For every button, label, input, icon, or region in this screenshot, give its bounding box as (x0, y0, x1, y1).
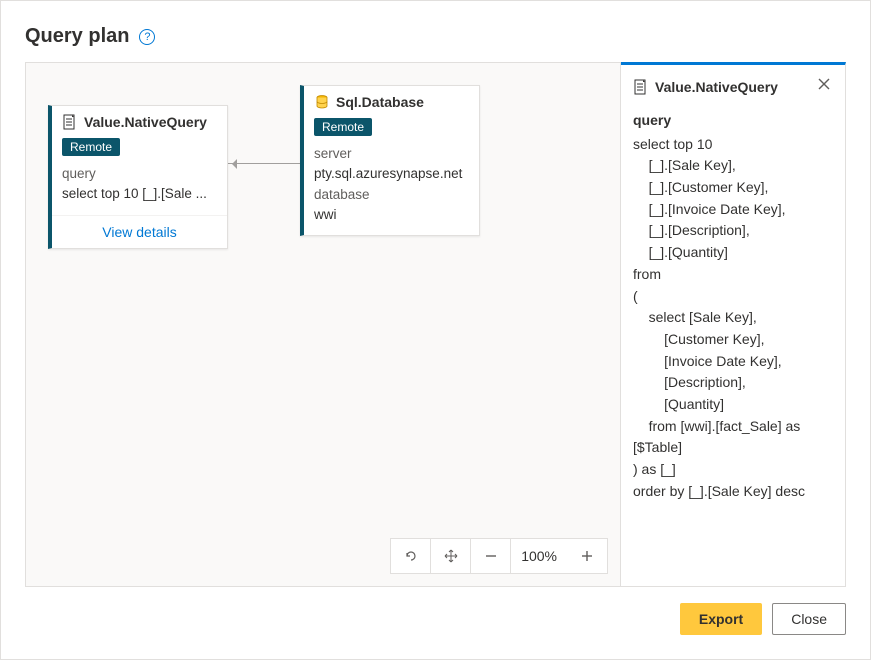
node-body: query select top 10 [_].[Sale ... (52, 160, 227, 215)
zoom-toolbar: 100% (390, 538, 608, 574)
export-button[interactable]: Export (680, 603, 762, 635)
move-icon (443, 548, 459, 564)
node-native-query[interactable]: Value.NativeQuery Remote query select to… (48, 105, 228, 249)
database-icon (314, 94, 330, 110)
details-panel: Value.NativeQuery query select top 10 [_… (621, 62, 846, 587)
edge-arrow (228, 163, 300, 164)
remote-badge: Remote (314, 118, 372, 136)
close-icon (817, 77, 831, 91)
field-label: server (314, 144, 469, 164)
query-section-label: query (633, 110, 833, 132)
details-header: Value.NativeQuery (621, 65, 845, 106)
node-sql-database[interactable]: Sql.Database Remote server pty.sql.azure… (300, 85, 480, 236)
query-text: select top 10 [_].[Sale Key], [_].[Custo… (633, 134, 833, 503)
node-body: server pty.sql.azuresynapse.net database… (304, 140, 479, 235)
details-title: Value.NativeQuery (655, 79, 807, 95)
node-title: Sql.Database (336, 94, 424, 110)
undo-icon (403, 548, 419, 564)
field-label: query (62, 164, 217, 184)
dialog-body: Value.NativeQuery Remote query select to… (25, 62, 846, 587)
close-details-button[interactable] (813, 75, 835, 98)
query-plan-canvas[interactable]: Value.NativeQuery Remote query select to… (25, 62, 621, 587)
view-details-link[interactable]: View details (52, 215, 227, 248)
page-icon (62, 114, 78, 130)
close-button[interactable]: Close (772, 603, 846, 635)
minus-icon (484, 549, 498, 563)
field-label: database (314, 185, 469, 205)
query-plan-dialog: Query plan ? Value.NativeQuery (0, 0, 871, 660)
node-header: Value.NativeQuery (52, 106, 227, 134)
field-value: pty.sql.azuresynapse.net (314, 164, 469, 184)
details-body: query select top 10 [_].[Sale Key], [_].… (621, 106, 845, 514)
page-icon (633, 79, 649, 95)
zoom-level-label: 100% (511, 539, 567, 573)
plus-icon (580, 549, 594, 563)
dialog-header: Query plan ? (25, 25, 846, 48)
field-value: wwi (314, 205, 469, 225)
reset-view-button[interactable] (391, 539, 431, 573)
help-icon[interactable]: ? (139, 29, 155, 45)
page-title: Query plan (25, 25, 129, 48)
fit-to-screen-button[interactable] (431, 539, 471, 573)
node-title: Value.NativeQuery (84, 114, 207, 130)
dialog-footer: Export Close (25, 587, 846, 635)
remote-badge: Remote (62, 138, 120, 156)
zoom-in-button[interactable] (567, 539, 607, 573)
field-value: select top 10 [_].[Sale ... (62, 184, 217, 204)
zoom-out-button[interactable] (471, 539, 511, 573)
node-header: Sql.Database (304, 86, 479, 114)
